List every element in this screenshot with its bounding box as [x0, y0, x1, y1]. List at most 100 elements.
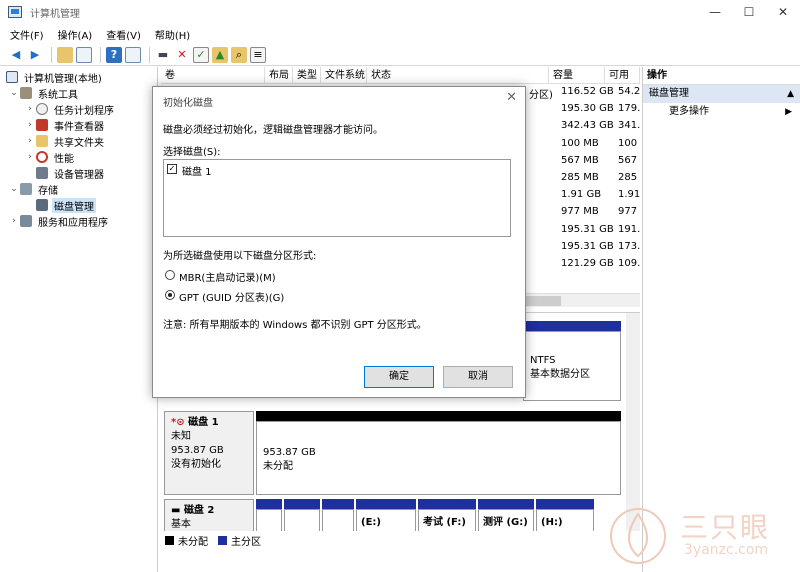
volume-capacity-cell: 121.29 GB	[561, 258, 614, 269]
tree-item-services-apps[interactable]: › 服务和应用程序	[0, 213, 157, 229]
menu-file[interactable]: 文件(F)	[10, 27, 44, 42]
disk-1-label[interactable]: *⊙ 磁盘 1 未知 953.87 GB 没有初始化	[164, 411, 254, 495]
volume-free-cell: 191.	[618, 223, 641, 235]
column-layout[interactable]: 布局	[265, 67, 293, 84]
collapse-arrow-icon[interactable]: ▲	[787, 85, 794, 103]
partition-bar-primary	[536, 499, 594, 509]
tree-item-disk-management[interactable]: 磁盘管理	[0, 197, 157, 213]
partition-disk2[interactable]: (E:)	[356, 509, 416, 533]
tree-item-performance[interactable]: › 性能	[0, 149, 157, 165]
expand-arrow-icon[interactable]: ⌄	[8, 184, 20, 194]
disk-list[interactable]: ✓ 磁盘 1	[163, 159, 511, 237]
column-filesystem[interactable]: 文件系统	[321, 67, 367, 84]
tree-item-event-viewer[interactable]: › 事件查看器	[0, 117, 157, 133]
event-viewer-icon	[36, 119, 48, 131]
column-status[interactable]: 状态	[367, 67, 549, 84]
submenu-arrow-icon: ▶	[785, 107, 792, 117]
partition-style-label: 为所选磁盘使用以下磁盘分区形式:	[163, 251, 317, 262]
close-button[interactable]: ✕	[766, 0, 800, 24]
view-icon[interactable]	[125, 46, 141, 63]
title-bar: 计算机管理 — ☐ ✕	[0, 0, 800, 24]
actions-section-disk-management[interactable]: 磁盘管理 ▲	[643, 85, 800, 103]
menu-action[interactable]: 操作(A)	[58, 27, 93, 42]
services-icon	[20, 215, 32, 227]
tools-icon	[20, 87, 32, 99]
disk-1-size: 953.87 GB	[171, 445, 224, 456]
select-disk-label: 选择磁盘(S):	[163, 147, 221, 158]
gpt-label[interactable]: GPT (GUID 分区表)(G)	[179, 289, 284, 304]
delete-icon[interactable]: ✕	[174, 47, 190, 63]
expand-arrow-icon[interactable]: ›	[8, 216, 20, 226]
gpt-radio[interactable]	[165, 290, 175, 300]
expand-arrow-icon[interactable]: ›	[24, 152, 36, 162]
partition-disk2[interactable]: (H:)	[536, 509, 594, 533]
connect-icon[interactable]: ▬	[155, 47, 171, 63]
mbr-radio[interactable]	[165, 270, 175, 280]
expand-arrow-icon[interactable]: ›	[24, 136, 36, 146]
partition-disk2[interactable]	[322, 509, 354, 533]
cancel-button[interactable]: 取消	[443, 366, 513, 388]
volume-capacity-cell: 195.31 GB	[561, 223, 614, 235]
maximize-button[interactable]: ☐	[732, 0, 766, 24]
expand-arrow-icon[interactable]: ›	[24, 120, 36, 130]
dialog-close-button[interactable]: ✕	[506, 90, 517, 105]
partition-disk2[interactable]	[284, 509, 320, 533]
column-volume[interactable]: 卷	[161, 67, 265, 84]
partition-disk2[interactable]: 考试 (F:)	[418, 509, 476, 533]
partition-bar-primary	[256, 499, 282, 509]
expand-arrow-icon[interactable]: ›	[24, 104, 36, 114]
partition-size: 953.87 GB	[263, 447, 316, 458]
volume-capacity-cell: 116.52 GB	[561, 86, 614, 97]
volume-free-cell: 567	[618, 154, 638, 166]
disk-list-item[interactable]: 磁盘 1	[182, 163, 212, 178]
toolbar-separator	[100, 46, 101, 63]
tree-item-task-scheduler[interactable]: › 任务计划程序	[0, 101, 157, 117]
partition-disk2[interactable]: 测评 (G:)	[478, 509, 534, 533]
volume-free-cell: 173.	[618, 240, 641, 252]
volume-capacity-cell: 195.30 GB	[561, 103, 614, 115]
toolbar-separator	[149, 46, 150, 63]
partition-bar-primary	[418, 499, 476, 509]
help-icon[interactable]: ?	[106, 46, 122, 63]
forward-arrow-icon[interactable]: ▶	[27, 47, 43, 63]
volume-free-cell: 341.	[618, 120, 641, 132]
back-arrow-icon[interactable]: ◀	[8, 47, 24, 63]
tree-item-device-manager[interactable]: 设备管理器	[0, 165, 157, 181]
menu-view[interactable]: 查看(V)	[106, 27, 141, 42]
computer-management-icon	[8, 6, 22, 18]
partition-disk1-unallocated[interactable]: 953.87 GB 未分配	[256, 421, 621, 495]
tree-item-shared-folders[interactable]: › 共享文件夹	[0, 133, 157, 149]
column-type[interactable]: 类型	[293, 67, 321, 84]
properties-icon[interactable]	[76, 46, 92, 63]
tree-item-system-tools[interactable]: ⌄ 系统工具	[0, 85, 157, 101]
volume-capacity-cell: 195.31 GB	[561, 240, 614, 252]
partition-fs: NTFS	[530, 355, 556, 366]
ok-button[interactable]: 确定	[364, 366, 434, 388]
disk-2-label[interactable]: ▬ 磁盘 2 基本	[164, 499, 254, 535]
check-icon[interactable]: ✓	[193, 46, 209, 63]
partition-disk0-data[interactable]: NTFS 基本数据分区	[523, 331, 621, 401]
expand-arrow-icon[interactable]: ⌄	[8, 88, 20, 98]
minimize-button[interactable]: —	[698, 0, 732, 24]
legend-unallocated: 未分配	[178, 536, 208, 548]
column-capacity[interactable]: 容量	[549, 67, 605, 84]
partition-bar-unallocated	[256, 411, 621, 421]
folder-up-icon[interactable]: ▲	[212, 46, 228, 63]
volume-capacity-cell: 100 MB	[561, 137, 599, 149]
partition-disk2[interactable]	[256, 509, 282, 533]
mbr-label[interactable]: MBR(主启动记录)(M)	[179, 269, 276, 284]
volume-free-cell: 54.2	[618, 86, 641, 97]
disk-1-checkbox[interactable]: ✓	[167, 164, 177, 174]
actions-more[interactable]: 更多操作 ▶	[643, 103, 800, 121]
tree-item-storage[interactable]: ⌄ 存储	[0, 181, 157, 197]
list-icon[interactable]: ≡	[250, 46, 266, 63]
up-folder-icon[interactable]	[57, 46, 73, 63]
volume-free-cell: 109.	[618, 258, 641, 269]
disk-error-icon: *⊙	[171, 417, 185, 428]
volume-free-cell: 285	[618, 172, 638, 183]
partition-status: 未分配	[263, 461, 293, 472]
menu-help[interactable]: 帮助(H)	[155, 27, 190, 42]
search-icon[interactable]: ⌕	[231, 46, 247, 63]
column-free[interactable]: 可用	[605, 67, 640, 84]
tree-root[interactable]: 计算机管理(本地)	[0, 69, 157, 85]
